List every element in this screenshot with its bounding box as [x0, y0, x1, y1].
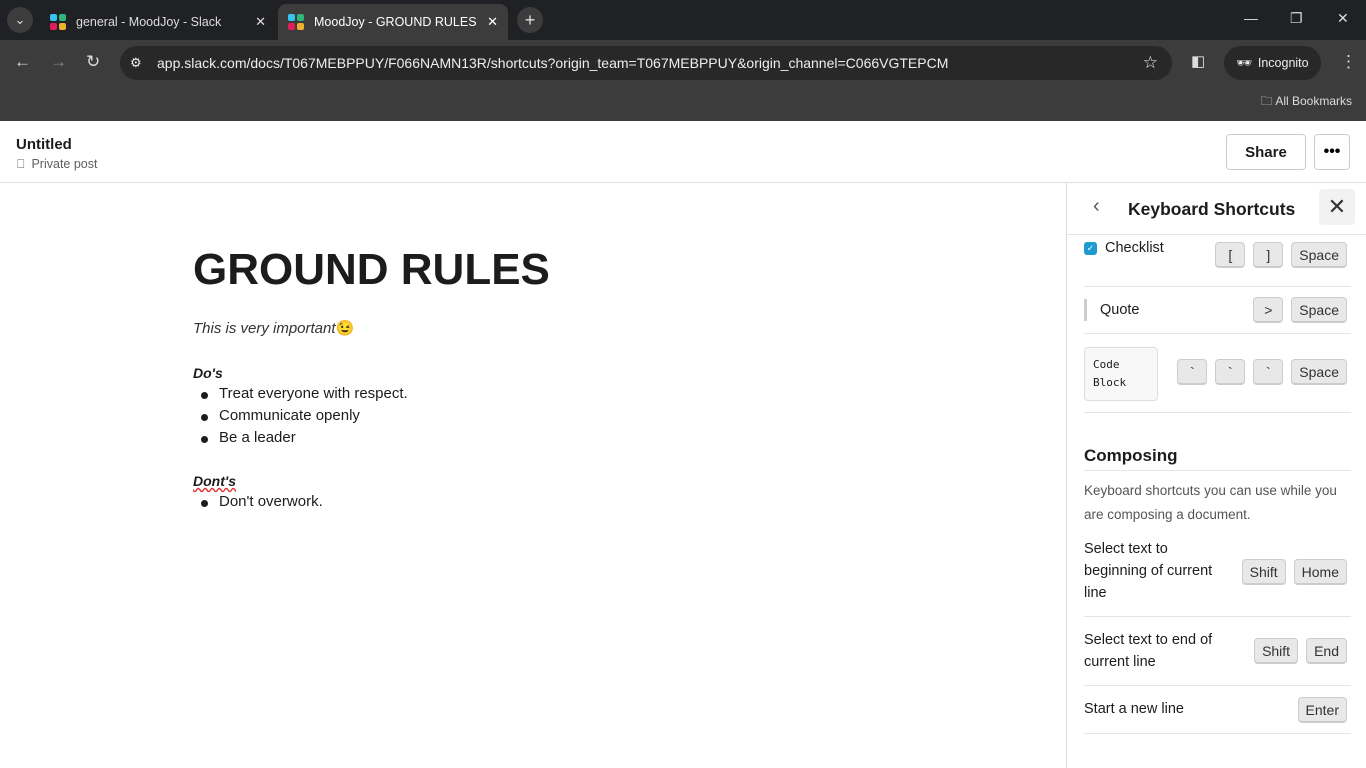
donts-list: Don't overwork. [193, 493, 550, 515]
shortcut-row: Select text to end of current line Shift… [1084, 617, 1351, 686]
restore-icon[interactable]: ❐ [1290, 10, 1303, 27]
back-chevron-icon[interactable]: ‹ [1093, 195, 1100, 218]
tab-title: MoodJoy - GROUND RULES - Slack [314, 15, 479, 29]
key: Shift [1241, 559, 1286, 585]
shortcut-label: Quote [1100, 302, 1140, 318]
key: ] [1253, 242, 1284, 268]
all-bookmarks[interactable]: 🗀 All Bookmarks [1261, 92, 1352, 113]
key: Space [1291, 242, 1347, 268]
url-text: app.slack.com/docs/T067MEBPPUY/F066NAMN1… [157, 55, 949, 71]
shortcut-label: Select text to beginning of current line [1084, 541, 1213, 601]
new-tab-button[interactable]: + [517, 7, 543, 33]
more-options-button[interactable]: ••• [1314, 134, 1350, 170]
dos-list: Treat everyone with respect. Communicate… [193, 385, 550, 451]
checkbox-icon: ✓ [1084, 242, 1097, 255]
key: [ [1215, 242, 1246, 268]
incognito-label: Incognito [1257, 56, 1309, 70]
key: Enter [1297, 697, 1347, 723]
reload-icon[interactable]: ↻ [86, 52, 100, 72]
forward-icon[interactable]: → [50, 52, 67, 72]
panel-header: ‹ Keyboard Shortcuts ✕ [1067, 183, 1366, 235]
intro-text: This is very important😉 [193, 319, 550, 337]
menu-icon[interactable]: ⋮ [1340, 52, 1357, 72]
bookmark-star-icon[interactable]: ☆ [1143, 53, 1158, 73]
browser-toolbar: ← → ↻ ⚙ app.slack.com/docs/T067MEBPPUY/F… [0, 40, 1366, 121]
browser-tab[interactable]: general - MoodJoy - Slack ✕ [40, 4, 276, 40]
browser-tab-active[interactable]: MoodJoy - GROUND RULES - Slack ✕ [278, 4, 508, 40]
donts-heading: Dont's [193, 473, 236, 489]
slack-icon [288, 14, 304, 30]
folder-icon: 🗀 [1260, 94, 1273, 108]
quote-bar-icon [1084, 299, 1087, 321]
close-panel-button[interactable]: ✕ [1319, 189, 1355, 225]
back-icon[interactable]: ← [14, 52, 31, 72]
shortcut-row: Start a new line Enter [1084, 686, 1351, 734]
tab-search-button[interactable]: ⌄ [7, 7, 33, 33]
address-bar[interactable]: ⚙ app.slack.com/docs/T067MEBPPUY/F066NAM… [120, 46, 1172, 80]
minimize-icon[interactable]: — [1244, 10, 1258, 26]
bookmark-icon: ⎕ [17, 157, 25, 171]
doc-title[interactable]: Untitled [16, 136, 72, 153]
shortcut-row: ✓ Checklist [] Space [1084, 235, 1351, 287]
list-item: Treat everyone with respect. [193, 385, 550, 407]
list-item: Don't overwork. [193, 493, 550, 515]
keyboard-shortcuts-panel: ‹ Keyboard Shortcuts ✕ ✓ Checklist [] Spac… [1066, 183, 1366, 768]
wink-emoji-icon: 😉 [335, 320, 355, 337]
browser-tab-bar: ⌄ general - MoodJoy - Slack ✕ MoodJoy - … [0, 0, 1366, 40]
list-item: Be a leader [193, 429, 550, 451]
key: Home [1293, 559, 1347, 585]
key: ` [1215, 359, 1246, 385]
key: ` [1177, 359, 1208, 385]
shortcut-label: Select text to end of current line [1084, 632, 1213, 670]
close-window-icon[interactable]: ✕ [1337, 10, 1349, 27]
shortcut-label: Start a new line [1084, 701, 1184, 717]
incognito-badge[interactable]: 🕶 Incognito [1224, 46, 1321, 80]
shortcut-label: Checklist [1105, 240, 1164, 256]
key: End [1306, 638, 1347, 664]
doc-header: Untitled ⎕ Private post Share ••• [0, 121, 1366, 183]
privacy-label: Private post [31, 157, 98, 171]
shortcut-label: Code Block [1084, 347, 1158, 401]
key: > [1253, 297, 1284, 323]
panel-title: Keyboard Shortcuts [1128, 199, 1296, 219]
composing-heading: Composing [1084, 446, 1351, 471]
doc-heading: GROUND RULES [193, 245, 550, 294]
close-tab-icon[interactable]: ✕ [255, 14, 266, 30]
slack-icon [50, 14, 66, 30]
key: ` [1253, 359, 1284, 385]
shortcut-row: Quote > Space [1084, 287, 1351, 334]
privacy-status: ⎕ Private post [17, 157, 97, 172]
key: Shift [1254, 638, 1299, 664]
share-button[interactable]: Share [1226, 134, 1306, 170]
shortcut-row: Code Block ` ` ` Space [1084, 334, 1351, 413]
incognito-icon: 🕶 [1236, 55, 1252, 70]
composing-description: Keyboard shortcuts you can use while you… [1084, 483, 1337, 522]
site-info-icon[interactable]: ⚙ [130, 55, 142, 71]
shortcut-row: Select text to beginning of current line… [1084, 538, 1351, 617]
dos-heading: Do's [193, 365, 223, 381]
tab-title: general - MoodJoy - Slack [76, 15, 222, 29]
document-body[interactable]: GROUND RULES This is very important😉 Do'… [193, 245, 550, 515]
intro-label: This is very important [193, 320, 336, 337]
key: Space [1291, 359, 1347, 385]
side-panel-icon[interactable]: ◧ [1191, 52, 1205, 70]
close-tab-icon[interactable]: ✕ [487, 14, 498, 30]
bookmarks-label: All Bookmarks [1275, 94, 1352, 108]
list-item: Communicate openly [193, 407, 550, 429]
key: Space [1291, 297, 1347, 323]
